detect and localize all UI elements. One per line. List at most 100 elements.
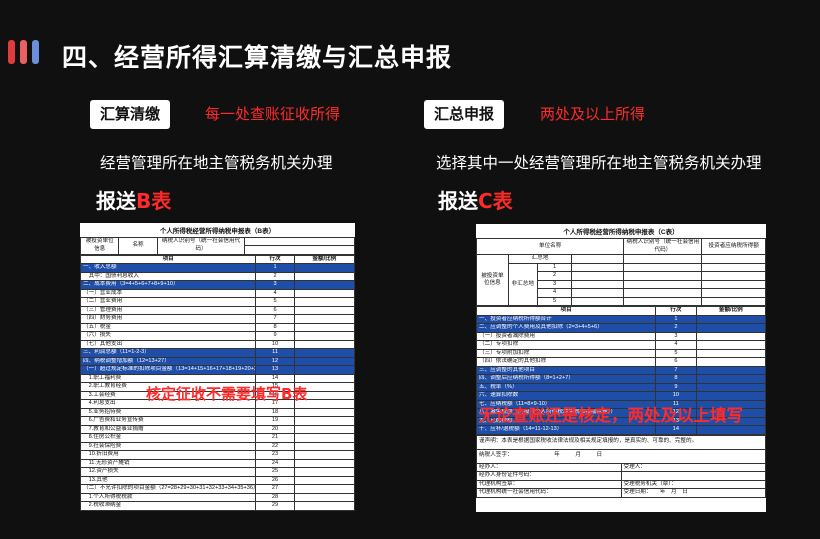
row-line: 8: [655, 374, 697, 384]
row-item: 9.社会保险费: [80, 441, 257, 452]
table-row: （一）营业成本 4: [80, 288, 355, 299]
row-item: 13.其他: [80, 475, 257, 486]
row-line: 23: [255, 450, 295, 460]
row-amount: [293, 322, 355, 333]
row-line: 28: [255, 492, 295, 503]
footer-cell: 受理日期： 年 月 日: [620, 488, 766, 498]
table-row: 1.职工福利费 14: [80, 373, 355, 384]
form-c-sign-row: 纳税人签字： 年 月 日: [476, 448, 766, 464]
form-b-taxid: 纳税人识别号（统一社会信用代码）: [156, 237, 246, 255]
row-amount: [695, 391, 766, 401]
form-c-summary-site: 汇总地: [507, 254, 573, 264]
row-line: 2: [655, 323, 697, 333]
table-row: 四、纳税调整增加额（12=13+27） 12: [80, 356, 355, 367]
row-item: 十、应补/退税额（14=11-12-13）: [476, 425, 657, 435]
row-line: 27: [255, 484, 295, 494]
table-row: 2.税收滞纳金 29: [80, 501, 355, 511]
form-c-non-summary-site: 非汇总地: [507, 262, 538, 306]
row-line: 30: [255, 509, 295, 511]
row-item: （七）其他支出: [80, 339, 257, 350]
row-item: 六、速算扣除数: [476, 391, 657, 401]
row-item: 三、利润总额（11=1-2-3）: [80, 348, 257, 358]
row-item: （二）营业费用: [80, 297, 257, 307]
row-amount: [293, 484, 355, 494]
table-row: （三）专项附加扣除 5: [476, 348, 766, 358]
table-row: 六、速算扣除数 10: [476, 391, 766, 401]
row-line: 6: [255, 305, 295, 316]
row-item: 二、应调整的个人费用及其他扣除（2=3+4+5+6）: [476, 323, 657, 333]
footer-row: 经办人身份证件号码：: [476, 471, 766, 481]
row-item: （五）税金: [80, 322, 257, 333]
row-line: 1: [655, 314, 697, 324]
table-row: （二）营业费用 5: [80, 297, 355, 307]
row-line: 4: [655, 340, 697, 350]
footer-row: 代理机构签章： 受理税务机关（章）：: [476, 479, 766, 489]
table-row: （一）超过规定标准的扣除项目金额（13=14+15+16+17+18+19+20…: [80, 365, 355, 375]
table-row: （二）专项扣除 4: [476, 340, 766, 350]
row-amount: [695, 331, 766, 341]
row-line: 18: [255, 407, 295, 418]
row-item: 1.职工福利费: [80, 373, 257, 384]
row-item: 2.税收滞纳金: [80, 501, 257, 511]
row-amount: [293, 433, 355, 443]
form-b-unit-info: 被投资单位信息: [80, 237, 120, 255]
footer-cell: 受理税务机关（章）：: [620, 479, 766, 489]
table-row: （二）不允许扣除的项目金额（27=28+29+30+31+32+33+34+35…: [80, 484, 355, 494]
row-item: 四、调整后应纳税所得额（8=1+2+7）: [476, 374, 657, 384]
row-amount: [695, 340, 766, 350]
form-c-col-amount: 金额/比例: [695, 306, 766, 316]
row-line: 9: [255, 331, 295, 341]
row-item: 三、应调整的其他项目: [476, 365, 657, 375]
table-row: （四）财务费用 7: [80, 314, 355, 324]
badge-settlement: 汇算清缴: [90, 100, 171, 129]
row-line: 6: [655, 357, 697, 367]
table-row: （六）损失 9: [80, 331, 355, 341]
row-amount: [293, 424, 355, 435]
row-line: 5: [255, 297, 295, 307]
settlement-report: 报送B表: [96, 189, 172, 213]
form-c-taxid: 纳税人识别号（统一社会信用代码）: [623, 238, 703, 255]
settlement-desc: 每一处查账征收所得: [205, 105, 341, 123]
row-item: （一）营业成本: [80, 288, 257, 299]
form-c-sub-2: 2: [536, 271, 573, 281]
table-row: 3.罚金、罚款和被没收财物的损失30: [80, 509, 355, 511]
form-c-header-table: 单位名称 纳税人识别号（统一社会信用代码） 投资者应纳税所得额 被投资单位信息 …: [476, 238, 766, 306]
row-amount: [293, 441, 355, 452]
row-amount: [293, 305, 355, 316]
form-b-header-table: 被投资单位信息 名称 纳税人识别号（统一社会信用代码）: [80, 236, 355, 255]
row-amount: [293, 297, 355, 307]
row-amount: [293, 331, 355, 341]
footer-row: 代理机构统一社会信用代码： 受理日期： 年 月 日: [476, 488, 766, 498]
row-amount: [695, 314, 766, 324]
row-line: 19: [255, 416, 295, 426]
row-amount: [293, 314, 355, 324]
row-line: 5: [655, 348, 697, 358]
row-amount: [293, 356, 355, 367]
table-row: 1.个人所得税税款 28: [80, 492, 355, 503]
row-amount: [293, 339, 355, 350]
row-item: 12.资产损失: [80, 467, 257, 477]
row-item: （四）依法确定的其他扣除: [476, 357, 657, 367]
table-row: （五）税金 8: [80, 322, 355, 333]
table-row: 7.教育和公益事业捐赠 20: [80, 424, 355, 435]
form-c-side-label: 被投资单位信息: [476, 254, 509, 306]
table-row: 6.广告费和业务宣传费 19: [80, 416, 355, 426]
row-amount: [695, 365, 766, 375]
row-item: 1.个人所得税税款: [80, 492, 257, 503]
row-amount: [293, 365, 355, 375]
row-line: 13: [255, 365, 295, 375]
footer-cell: [620, 471, 766, 481]
form-c-title: 个人所得税经营所得纳税申报表（C表）: [563, 229, 679, 236]
summary-desc: 两处及以上所得: [540, 105, 646, 123]
form-b-col-amount: 金额/比例: [293, 254, 355, 265]
row-item: （二）专项扣除: [476, 340, 657, 350]
row-amount: [695, 425, 766, 435]
row-item: 8.住房公积金: [80, 433, 257, 443]
row-amount: [293, 288, 355, 299]
row-item: （四）财务费用: [80, 314, 257, 324]
row-amount: [293, 271, 355, 282]
row-amount: [695, 348, 766, 358]
form-c-sub-3: 3: [536, 279, 573, 289]
row-line: 12: [255, 356, 295, 367]
row-amount: [293, 373, 355, 384]
